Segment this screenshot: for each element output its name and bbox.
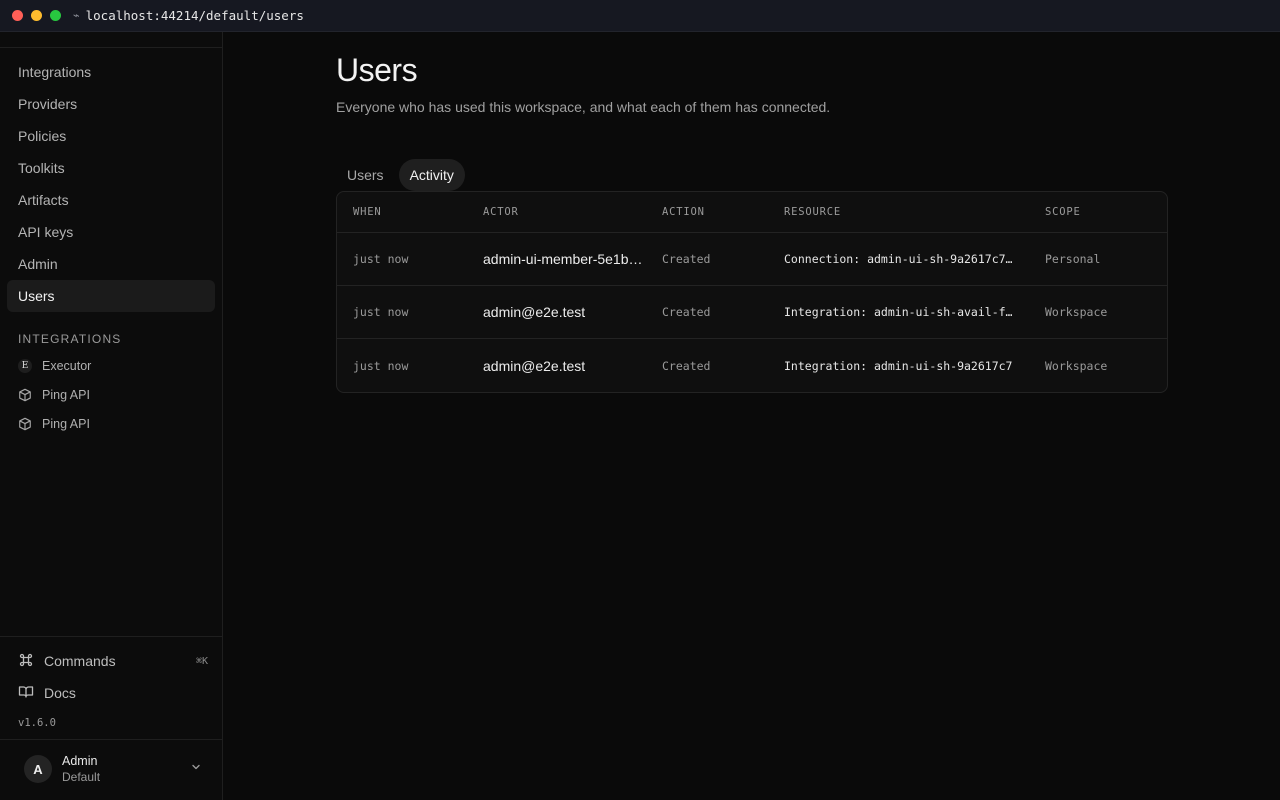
tab-bar: Users Activity	[336, 159, 465, 191]
minimize-window-button[interactable]	[31, 10, 42, 21]
cell-resource: Integration: admin-ui-sh-avail-f…	[784, 305, 1013, 319]
docs-label: Docs	[44, 685, 76, 701]
cell-when: just now	[353, 358, 409, 373]
tab-users[interactable]: Users	[336, 159, 395, 191]
sidebar-item-policies[interactable]: Policies	[7, 120, 215, 152]
page-title: Users	[336, 52, 418, 88]
cell-action: Created	[662, 358, 711, 373]
sidebar-item-label: Users	[18, 288, 55, 304]
cell-scope: Personal	[1045, 252, 1101, 266]
page-subtitle: Everyone who has used this workspace, an…	[336, 99, 831, 115]
cell-action: Created	[662, 252, 711, 266]
avatar: A	[24, 755, 52, 783]
sidebar: Integrations Providers Policies Toolkits…	[0, 32, 223, 800]
integration-item-executor[interactable]: E Executor	[18, 351, 208, 380]
url-text: localhost:44214/default/users	[85, 8, 304, 23]
chevron-down-icon	[190, 760, 202, 778]
table-row[interactable]: just now admin@e2e.test Created Integrat…	[337, 339, 1167, 392]
commands-label: Commands	[44, 653, 116, 669]
window-controls	[12, 10, 61, 21]
column-header-when: WHEN	[353, 206, 382, 218]
activity-table: WHEN ACTOR ACTION RESOURCE SCOPE just no…	[336, 191, 1168, 393]
column-header-actor: ACTOR	[483, 206, 519, 218]
column-header-resource: RESOURCE	[784, 206, 841, 218]
cell-when: just now	[353, 305, 409, 319]
cell-scope: Workspace	[1045, 305, 1108, 319]
app-version: v1.6.0	[18, 717, 56, 729]
integration-item-label: Executor	[42, 358, 92, 373]
sidebar-divider	[0, 636, 223, 637]
package-icon	[18, 417, 32, 431]
sidebar-item-providers[interactable]: Providers	[7, 88, 215, 120]
integration-item-label: Ping API	[42, 387, 90, 402]
commands-shortcut: ⌘K	[195, 655, 208, 667]
cell-actor: admin@e2e.test	[483, 357, 586, 374]
integration-item-label: Ping API	[42, 416, 90, 431]
integrations-list: E Executor Ping API Ping API	[18, 351, 208, 438]
executor-logo-icon: E	[18, 358, 32, 373]
cell-resource: Integration: admin-ui-sh-9a2617c7	[784, 358, 1013, 373]
sidebar-item-label: Admin	[18, 256, 58, 272]
close-window-button[interactable]	[12, 10, 23, 21]
book-icon	[18, 684, 34, 703]
package-icon	[18, 388, 32, 402]
account-switcher[interactable]: A Admin Default	[16, 747, 212, 791]
sidebar-item-users[interactable]: Users	[7, 280, 215, 312]
sidebar-item-admin[interactable]: Admin	[7, 248, 215, 280]
sidebar-item-label: Artifacts	[18, 192, 69, 208]
cell-scope: Workspace	[1045, 358, 1108, 373]
column-header-scope: SCOPE	[1045, 206, 1081, 218]
sidebar-item-label: Providers	[18, 96, 78, 112]
sidebar-item-toolkits[interactable]: Toolkits	[7, 152, 215, 184]
browser-titlebar: ⌁ localhost:44214/default/users	[0, 0, 1280, 32]
cell-action: Created	[662, 305, 711, 319]
sidebar-item-integrations[interactable]: Integrations	[7, 56, 215, 88]
command-icon	[18, 652, 34, 671]
account-name: Admin	[62, 754, 98, 768]
cell-resource: Connection: admin-ui-sh-9a2617c7…	[784, 252, 1013, 266]
sidebar-nav: Integrations Providers Policies Toolkits…	[7, 56, 215, 312]
table-header-row: WHEN ACTOR ACTION RESOURCE SCOPE	[337, 192, 1167, 233]
workspace-name: Default	[62, 770, 101, 784]
sidebar-divider	[0, 47, 223, 48]
maximize-window-button[interactable]	[50, 10, 61, 21]
sidebar-item-label: Toolkits	[18, 160, 65, 176]
table-row[interactable]: just now admin@e2e.test Created Integrat…	[337, 286, 1167, 339]
address-bar[interactable]: ⌁ localhost:44214/default/users	[73, 8, 304, 23]
docs-link[interactable]: Docs	[18, 677, 208, 709]
integrations-section-title: INTEGRATIONS	[18, 332, 122, 346]
sidebar-item-label: Integrations	[18, 64, 92, 80]
sidebar-divider	[0, 739, 223, 740]
column-header-action: ACTION	[662, 206, 705, 218]
sidebar-item-artifacts[interactable]: Artifacts	[7, 184, 215, 216]
account-info: Admin Default	[62, 754, 100, 784]
sidebar-item-label: Policies	[18, 128, 67, 144]
cell-when: just now	[353, 252, 409, 266]
link-icon: ⌁	[73, 9, 80, 22]
sidebar-item-label: API keys	[18, 224, 74, 240]
integration-item-ping-api[interactable]: Ping API	[18, 380, 208, 409]
table-row[interactable]: just now admin-ui-member-5e1b… Created C…	[337, 233, 1167, 286]
integration-item-ping-api[interactable]: Ping API	[18, 409, 208, 438]
main-content: Users Everyone who has used this workspa…	[224, 32, 1280, 800]
tab-activity[interactable]: Activity	[398, 159, 465, 191]
sidebar-item-api-keys[interactable]: API keys	[7, 216, 215, 248]
cell-actor: admin@e2e.test	[483, 304, 586, 320]
cell-actor: admin-ui-member-5e1b…	[483, 251, 643, 267]
commands-button[interactable]: Commands ⌘K	[18, 645, 208, 677]
